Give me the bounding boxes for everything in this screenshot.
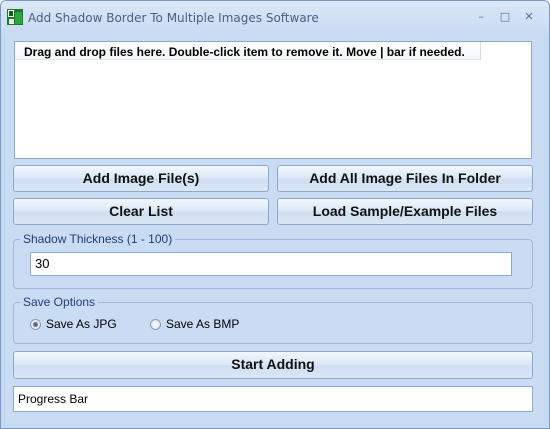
save-jpg-radio[interactable]: Save As JPG xyxy=(30,317,117,331)
shadow-thickness-group: Shadow Thickness (1 - 100) 30 xyxy=(13,232,533,289)
save-options-legend: Save Options xyxy=(20,295,99,309)
file-list[interactable]: Drag and drop files here. Double-click i… xyxy=(14,41,532,159)
close-button[interactable]: ✕ xyxy=(519,9,539,25)
add-image-files-button[interactable]: Add Image File(s) xyxy=(13,165,269,192)
maximize-button[interactable]: □ xyxy=(495,9,515,25)
save-bmp-radio[interactable]: Save As BMP xyxy=(150,317,239,331)
app-icon xyxy=(7,9,23,25)
add-all-in-folder-button[interactable]: Add All Image Files In Folder xyxy=(277,165,533,192)
title-bar[interactable]: Add Shadow Border To Multiple Images Sof… xyxy=(1,1,549,34)
client-area: Drag and drop files here. Double-click i… xyxy=(6,34,544,424)
radio-unchecked-icon[interactable] xyxy=(150,318,161,330)
load-sample-button[interactable]: Load Sample/Example Files xyxy=(277,198,533,225)
app-window: Add Shadow Border To Multiple Images Sof… xyxy=(0,0,550,429)
save-jpg-label: Save As JPG xyxy=(46,317,117,331)
shadow-thickness-legend: Shadow Thickness (1 - 100) xyxy=(20,232,176,246)
file-list-header[interactable]: Drag and drop files here. Double-click i… xyxy=(15,42,481,60)
save-bmp-label: Save As BMP xyxy=(166,317,240,331)
start-adding-button[interactable]: Start Adding xyxy=(13,351,533,379)
radio-checked-icon[interactable] xyxy=(30,318,41,330)
window-title: Add Shadow Border To Multiple Images Sof… xyxy=(28,11,319,25)
save-options-group: Save Options Save As JPG Save As BMP xyxy=(13,295,533,344)
minimize-button[interactable]: – xyxy=(471,9,491,25)
clear-list-button[interactable]: Clear List xyxy=(13,198,269,225)
shadow-thickness-input[interactable]: 30 xyxy=(30,252,512,276)
progress-bar: Progress Bar xyxy=(13,386,533,412)
